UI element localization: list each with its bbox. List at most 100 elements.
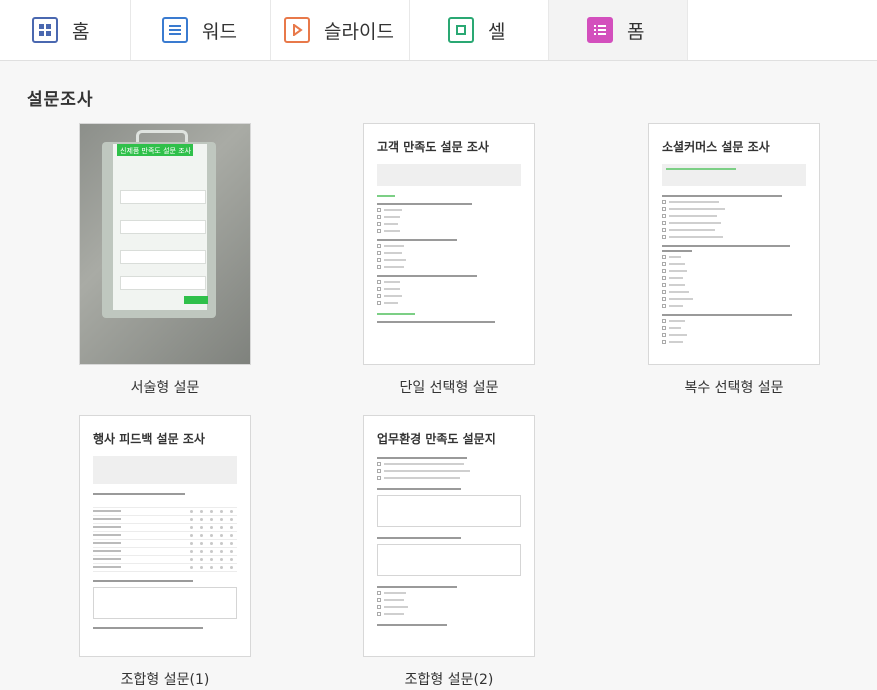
tab-word[interactable]: 워드 [131, 0, 271, 60]
textarea-placeholder [377, 544, 521, 576]
option-checkbox [662, 326, 806, 330]
description-box [93, 456, 237, 484]
section-marker [377, 313, 415, 315]
template-card-multiple-choice[interactable]: 소셜커머스 설문 조사 복수 선택형 설문 [648, 123, 820, 396]
option-checkbox [662, 269, 806, 273]
template-thumbnail[interactable]: 고객 만족도 설문 조사 [363, 123, 535, 365]
thumbnail-title: 소셜커머스 설문 조사 [662, 140, 770, 154]
question-line [377, 203, 472, 205]
template-thumbnail[interactable]: 업무환경 만족도 설문지 [363, 415, 535, 657]
description-box [377, 164, 521, 186]
section-title: 설문조사 [27, 90, 94, 110]
tab-label: 워드 [202, 20, 237, 43]
tab-home[interactable]: 홈 [0, 0, 131, 60]
option-checkbox [377, 605, 521, 609]
textarea-placeholder [93, 586, 237, 619]
template-caption: 조합형 설문(1) [120, 672, 210, 688]
option-checkbox [662, 235, 806, 239]
thumbnail-title-banner: 신제품 만족도 설문 조사 [117, 144, 193, 156]
question-line [93, 626, 203, 629]
template-caption: 서술형 설문 [130, 380, 200, 396]
rating-grid [93, 499, 237, 572]
list-icon [587, 17, 613, 43]
question-line [377, 239, 457, 241]
grid-icon [32, 17, 58, 43]
question-line [377, 488, 461, 490]
thumbnail-title: 업무환경 만족도 설문지 [377, 432, 496, 446]
clipboard-clip [136, 130, 188, 142]
question-line [377, 457, 467, 459]
option-checkbox [377, 476, 521, 480]
template-caption: 단일 선택형 설문 [399, 380, 499, 396]
form-field-placeholder [120, 276, 206, 290]
option-checkbox [662, 262, 806, 266]
form-field-placeholder [120, 190, 206, 204]
template-caption: 복수 선택형 설문 [684, 380, 784, 396]
option-checkbox [377, 244, 521, 248]
option-checkbox [377, 591, 521, 595]
app-tab-bar: 홈 워드 슬라이드 셀 폼 [0, 0, 877, 61]
option-checkbox [662, 283, 806, 287]
question-line [662, 195, 782, 197]
option-checkbox [377, 265, 521, 269]
template-card-descriptive[interactable]: 신제품 만족도 설문 조사 서술형 설문 [79, 123, 251, 396]
template-card-combo-1[interactable]: 행사 피드백 설문 조사 조합형 설문(1) [79, 415, 251, 688]
template-thumbnail[interactable]: 행사 피드백 설문 조사 [79, 415, 251, 657]
template-card-single-choice[interactable]: 고객 만족도 설문 조사 단일 선택형 설문 [363, 123, 535, 396]
option-checkbox [662, 319, 806, 323]
option-checkbox [377, 462, 521, 466]
question-line [377, 537, 461, 539]
tab-slide[interactable]: 슬라이드 [271, 0, 410, 60]
tab-label: 홈 [72, 20, 90, 43]
option-checkbox [662, 340, 806, 344]
tab-label: 폼 [627, 20, 645, 43]
template-card-combo-2[interactable]: 업무환경 만족도 설문지 조합형 설문(2) [363, 415, 535, 688]
option-checkbox [377, 280, 521, 284]
option-checkbox [662, 290, 806, 294]
question-line [662, 245, 790, 247]
tab-cell[interactable]: 셀 [410, 0, 549, 60]
form-field-placeholder [120, 250, 206, 264]
question-line [662, 314, 792, 316]
option-checkbox [662, 304, 806, 308]
submit-button-placeholder [184, 296, 208, 304]
option-checkbox [377, 294, 521, 298]
document-lines-icon [162, 17, 188, 43]
template-caption: 조합형 설문(2) [404, 672, 494, 688]
option-checkbox [377, 215, 521, 219]
question-line [377, 586, 457, 588]
question-line [377, 275, 477, 277]
play-icon [284, 17, 310, 43]
template-thumbnail[interactable]: 소셜커머스 설문 조사 [648, 123, 820, 365]
tab-label: 셀 [488, 20, 506, 43]
question-line [377, 624, 447, 626]
question-line [377, 321, 495, 323]
description-box [662, 164, 806, 186]
option-checkbox [377, 469, 521, 473]
tab-label: 슬라이드 [324, 20, 394, 43]
option-checkbox [662, 276, 806, 280]
option-checkbox [662, 228, 806, 232]
option-checkbox [377, 287, 521, 291]
option-checkbox [377, 229, 521, 233]
thumbnail-title: 행사 피드백 설문 조사 [93, 432, 205, 446]
tab-form[interactable]: 폼 [549, 0, 688, 60]
section-marker [377, 195, 395, 197]
option-checkbox [377, 301, 521, 305]
option-checkbox [662, 333, 806, 337]
question-line [93, 579, 193, 582]
square-icon [448, 17, 474, 43]
option-checkbox [377, 598, 521, 602]
option-checkbox [377, 222, 521, 226]
question-line [662, 250, 692, 252]
option-checkbox [662, 221, 806, 225]
option-checkbox [662, 297, 806, 301]
thumbnail-title: 고객 만족도 설문 조사 [377, 140, 489, 154]
option-checkbox [377, 251, 521, 255]
textarea-placeholder [377, 495, 521, 527]
option-checkbox [662, 214, 806, 218]
template-thumbnail[interactable]: 신제품 만족도 설문 조사 [79, 123, 251, 365]
question-line [93, 493, 185, 495]
option-checkbox [662, 207, 806, 211]
option-checkbox [377, 612, 521, 616]
